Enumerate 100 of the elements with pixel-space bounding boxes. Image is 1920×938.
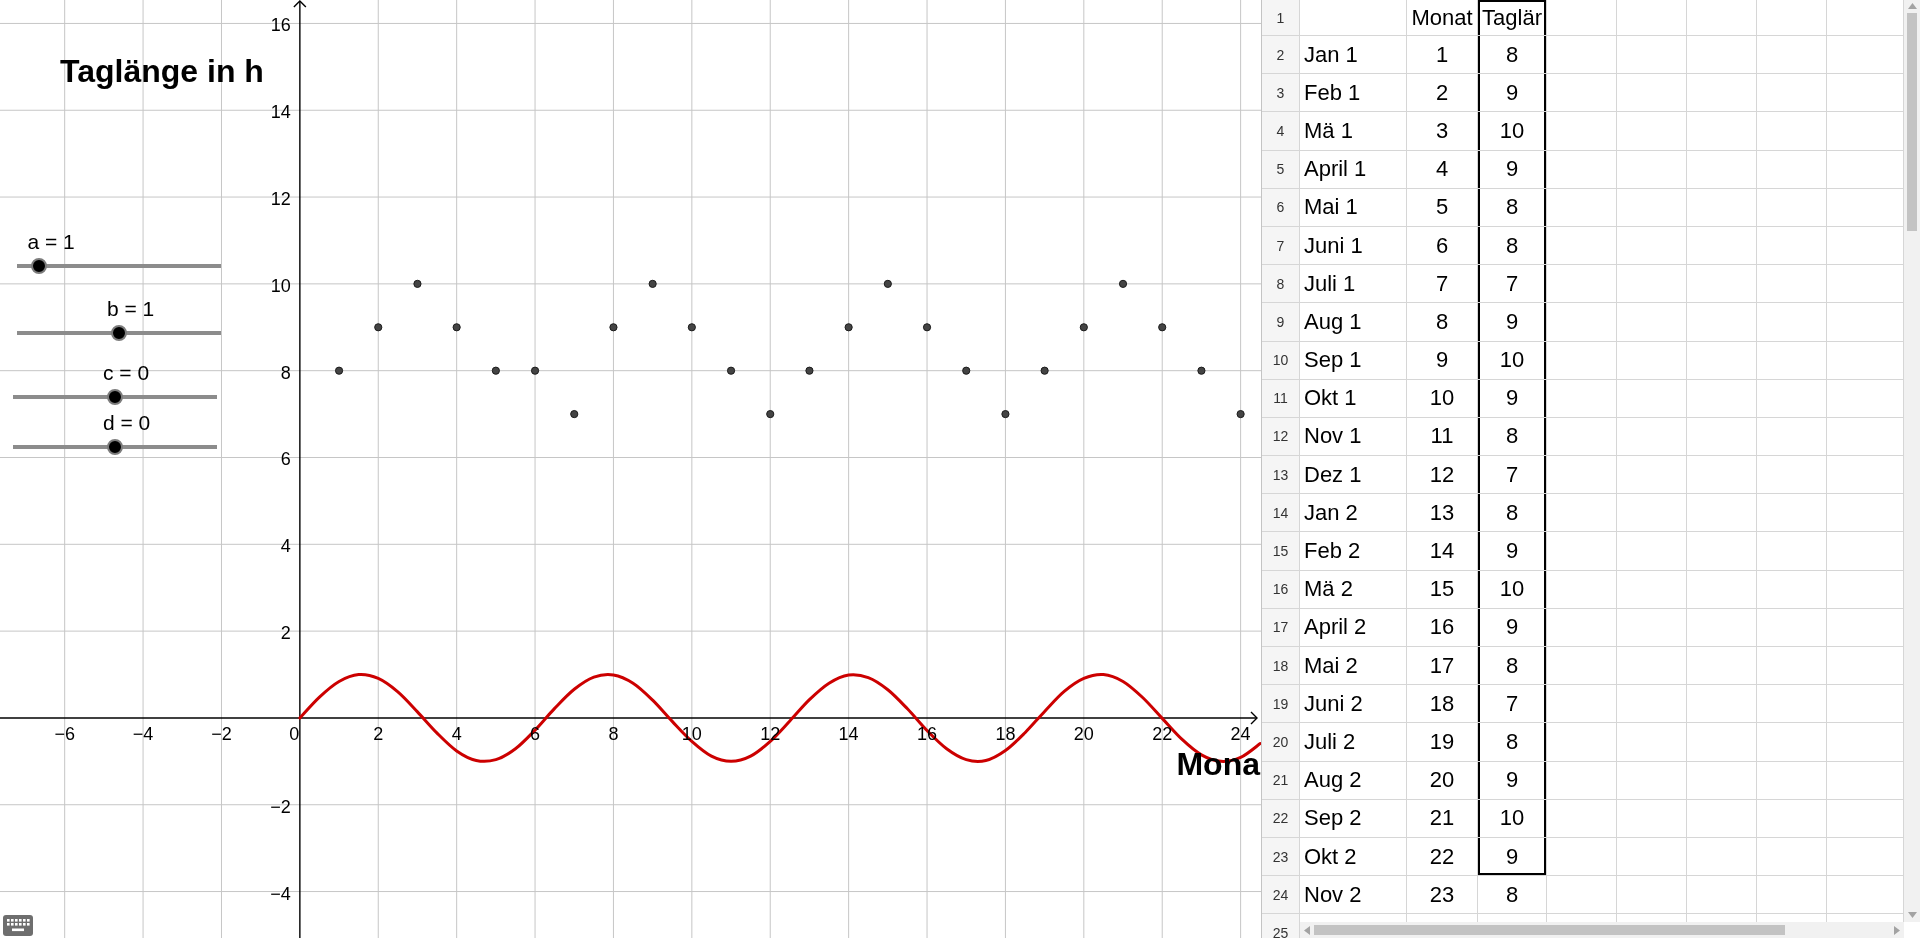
table-cell[interactable] [1617, 74, 1687, 113]
scrollbar-thumb[interactable] [1314, 925, 1785, 935]
table-cell[interactable]: Juli 1 [1300, 265, 1407, 304]
table-cell[interactable] [1300, 0, 1407, 36]
table-cell[interactable] [1687, 799, 1757, 838]
table-cell[interactable] [1547, 112, 1617, 151]
table-cell[interactable]: 14 [1407, 532, 1478, 571]
row-number[interactable]: 23 [1262, 837, 1300, 877]
row-number[interactable]: 11 [1262, 379, 1300, 418]
slider-thumb[interactable] [107, 439, 123, 455]
table-cell[interactable]: Mä 1 [1300, 112, 1407, 151]
row-number[interactable]: 5 [1262, 150, 1300, 189]
table-cell[interactable] [1617, 36, 1687, 75]
table-cell[interactable] [1757, 876, 1827, 915]
table-cell[interactable]: Monat [1407, 0, 1478, 36]
row-number[interactable]: 8 [1262, 265, 1300, 304]
slider-thumb[interactable] [31, 258, 48, 274]
table-cell[interactable]: 9 [1407, 341, 1478, 380]
table-cell[interactable]: 10 [1407, 379, 1478, 418]
table-cell[interactable]: Nov 2 [1300, 876, 1407, 915]
table-cell[interactable] [1547, 188, 1617, 227]
table-cell[interactable] [1757, 303, 1827, 342]
table-cell[interactable] [1547, 799, 1617, 838]
table-cell[interactable]: 17 [1407, 647, 1478, 686]
table-cell[interactable] [1547, 341, 1617, 380]
table-cell[interactable] [1617, 417, 1687, 457]
table-cell[interactable]: 18 [1407, 685, 1478, 724]
table-cell[interactable]: 10 [1478, 799, 1547, 838]
table-cell[interactable]: April 1 [1300, 150, 1407, 189]
table-cell[interactable]: 7 [1407, 265, 1478, 304]
table-cell[interactable] [1757, 112, 1827, 151]
table-cell[interactable] [1687, 379, 1757, 418]
table-cell[interactable]: Juni 2 [1300, 685, 1407, 724]
table-cell[interactable]: April 2 [1300, 608, 1407, 647]
table-cell[interactable] [1687, 417, 1757, 457]
table-cell[interactable]: Juni 1 [1300, 226, 1407, 266]
table-cell[interactable]: Sep 1 [1300, 341, 1407, 380]
table-cell[interactable] [1547, 0, 1617, 36]
table-cell[interactable]: Taglär [1478, 0, 1547, 36]
table-cell[interactable] [1687, 265, 1757, 304]
table-cell[interactable] [1687, 188, 1757, 227]
table-cell[interactable] [1617, 608, 1687, 647]
table-cell[interactable]: 11 [1407, 417, 1478, 457]
table-cell[interactable]: 10 [1478, 341, 1547, 380]
table-cell[interactable]: 7 [1478, 456, 1547, 495]
table-cell[interactable] [1757, 723, 1827, 762]
table-cell[interactable] [1547, 379, 1617, 418]
table-cell[interactable]: Mai 1 [1300, 188, 1407, 227]
table-cell[interactable] [1757, 379, 1827, 418]
table-cell[interactable]: 8 [1478, 647, 1547, 686]
table-cell[interactable] [1547, 570, 1617, 609]
table-cell[interactable] [1547, 265, 1617, 304]
table-cell[interactable] [1687, 837, 1757, 877]
table-cell[interactable] [1547, 647, 1617, 686]
table-cell[interactable]: Mä 2 [1300, 570, 1407, 609]
table-cell[interactable] [1687, 456, 1757, 495]
table-cell[interactable]: 8 [1478, 36, 1547, 75]
row-number[interactable]: 16 [1262, 570, 1300, 609]
table-cell[interactable] [1617, 876, 1687, 915]
table-cell[interactable] [1617, 761, 1687, 800]
table-cell[interactable] [1757, 647, 1827, 686]
table-cell[interactable]: Sep 2 [1300, 799, 1407, 838]
table-cell[interactable] [1687, 341, 1757, 380]
table-cell[interactable]: 8 [1478, 876, 1547, 915]
row-number[interactable]: 2 [1262, 36, 1300, 75]
table-cell[interactable]: Okt 1 [1300, 379, 1407, 418]
table-cell[interactable] [1547, 876, 1617, 915]
table-cell[interactable]: 2 [1407, 74, 1478, 113]
table-cell[interactable] [1547, 303, 1617, 342]
table-cell[interactable] [1617, 837, 1687, 877]
table-cell[interactable]: 9 [1478, 303, 1547, 342]
table-cell[interactable] [1687, 761, 1757, 800]
table-cell[interactable]: 12 [1407, 456, 1478, 495]
table-cell[interactable]: 1 [1407, 36, 1478, 75]
table-cell[interactable] [1757, 570, 1827, 609]
vertical-scrollbar[interactable] [1904, 0, 1920, 922]
table-cell[interactable]: 9 [1478, 761, 1547, 800]
table-cell[interactable]: Aug 1 [1300, 303, 1407, 342]
table-cell[interactable] [1757, 685, 1827, 724]
table-cell[interactable] [1547, 532, 1617, 571]
table-cell[interactable] [1687, 608, 1757, 647]
row-number[interactable]: 13 [1262, 456, 1300, 495]
table-cell[interactable]: 8 [1478, 494, 1547, 533]
table-cell[interactable] [1547, 226, 1617, 266]
row-number[interactable]: 3 [1262, 74, 1300, 113]
table-cell[interactable] [1547, 74, 1617, 113]
table-cell[interactable] [1687, 723, 1757, 762]
table-cell[interactable] [1757, 265, 1827, 304]
table-cell[interactable] [1757, 188, 1827, 227]
table-cell[interactable] [1687, 74, 1757, 113]
slider-thumb[interactable] [111, 325, 127, 341]
table-cell[interactable] [1617, 379, 1687, 418]
table-cell[interactable]: Nov 1 [1300, 417, 1407, 457]
table-cell[interactable]: 16 [1407, 608, 1478, 647]
table-cell[interactable] [1617, 570, 1687, 609]
row-number[interactable]: 24 [1262, 876, 1300, 915]
table-cell[interactable] [1687, 570, 1757, 609]
table-cell[interactable] [1757, 494, 1827, 533]
table-cell[interactable] [1547, 723, 1617, 762]
table-cell[interactable] [1617, 341, 1687, 380]
